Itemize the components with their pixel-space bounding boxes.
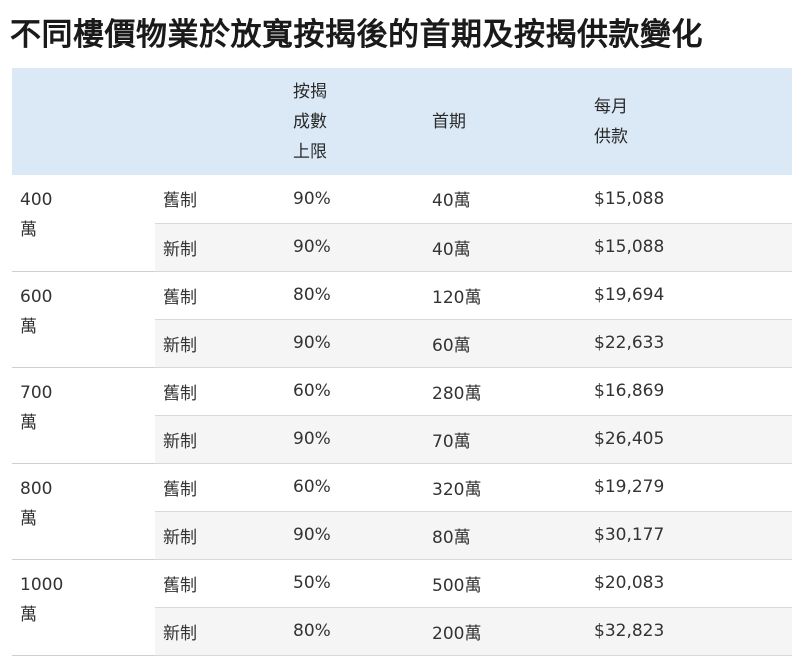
monthly-payment-cell: $19,279 [586, 463, 792, 512]
header-monthly-line: 每月 [594, 96, 628, 117]
down-payment-cell: 120萬 [424, 271, 586, 320]
price-value: 400 [20, 190, 53, 210]
down-payment-cell: 80萬 [424, 511, 586, 560]
ltv-cell: 80% [285, 607, 424, 656]
table-row: 600 萬 舊制 80% 120萬 $19,694 [12, 271, 792, 368]
table-header: 按揭 成數 上限 首期 每月 供款 [12, 68, 792, 175]
ltv-cell: 90% [285, 223, 424, 272]
price-unit: 萬 [20, 316, 37, 337]
scheme-cell: 新制 [155, 607, 285, 656]
monthly-payment-cell: $26,405 [586, 415, 792, 464]
table-body: 400 萬 舊制 90% 40萬 $15,088 新制 90% 40萬 $15,… [12, 175, 792, 656]
scheme-cell: 新制 [155, 415, 285, 464]
price-value: 700 [20, 382, 53, 403]
price-value: 800 [20, 478, 53, 499]
scheme-cell: 舊制 [155, 367, 285, 416]
header-scheme [155, 68, 285, 175]
down-payment-cell: 40萬 [424, 223, 586, 272]
monthly-payment-cell: $32,823 [586, 607, 792, 656]
ltv-cell: 50% [285, 559, 424, 608]
monthly-payment-cell: $15,088 [586, 223, 792, 272]
table-row: 400 萬 舊制 90% 40萬 $15,088 [12, 175, 792, 272]
price-value: 1000 [20, 574, 64, 595]
table-row: 800 萬 舊制 60% 320萬 $19,279 [12, 463, 792, 560]
price-cell: 1000 萬 [12, 559, 155, 656]
price-cell: 700 萬 [12, 367, 155, 464]
price-value: 600 [20, 286, 53, 307]
price-unit: 萬 [20, 412, 37, 433]
header-ltv-line: 按揭 [293, 81, 327, 102]
header-ltv: 按揭 成數 上限 [285, 68, 424, 175]
ltv-cell: 60% [285, 367, 424, 416]
down-payment-cell: 200萬 [424, 607, 586, 656]
table-row: 1000 萬 舊制 50% 500萬 $20,083 [12, 559, 792, 656]
ltv-cell: 80% [285, 271, 424, 320]
header-monthly-line: 供款 [594, 126, 628, 147]
ltv-cell: 90% [285, 511, 424, 560]
price-cell: 600 萬 [12, 271, 155, 368]
down-payment-cell: 320萬 [424, 463, 586, 512]
down-payment-cell: 70萬 [424, 415, 586, 464]
down-payment-cell: 500萬 [424, 559, 586, 608]
price-unit: 萬 [20, 220, 37, 240]
ltv-cell: 60% [285, 463, 424, 512]
header-ltv-line: 上限 [293, 141, 327, 162]
mortgage-comparison-table: 按揭 成數 上限 首期 每月 供款 400 萬 舊制 90% 40萬 $15,0… [12, 68, 792, 656]
ltv-cell: 90% [285, 415, 424, 464]
header-ltv-line: 成數 [293, 111, 327, 132]
monthly-payment-cell: $22,633 [586, 319, 792, 368]
down-payment-cell: 280萬 [424, 367, 586, 416]
scheme-cell: 新制 [155, 319, 285, 368]
ltv-cell: 90% [285, 319, 424, 368]
header-price [12, 68, 155, 175]
header-down-payment: 首期 [432, 111, 466, 132]
scheme-cell: 新制 [155, 223, 285, 272]
header-row: 按揭 成數 上限 首期 每月 供款 [12, 68, 792, 175]
monthly-payment-cell: $16,869 [586, 367, 792, 416]
down-payment-cell: 40萬 [424, 175, 586, 224]
scheme-cell: 舊制 [155, 559, 285, 608]
page-title: 不同樓價物業於放寬按揭後的首期及按揭供款變化 [10, 17, 703, 53]
monthly-payment-cell: $15,088 [586, 175, 792, 224]
monthly-payment-cell: $30,177 [586, 511, 792, 560]
monthly-payment-cell: $19,694 [586, 271, 792, 320]
price-cell: 800 萬 [12, 463, 155, 560]
scheme-cell: 舊制 [155, 175, 285, 224]
price-cell: 400 萬 [12, 175, 155, 272]
down-payment-cell: 60萬 [424, 319, 586, 368]
price-unit: 萬 [20, 508, 37, 529]
header-monthly: 每月 供款 [586, 68, 792, 175]
price-unit: 萬 [20, 604, 37, 625]
scheme-cell: 舊制 [155, 271, 285, 320]
table-row: 700 萬 舊制 60% 280萬 $16,869 [12, 367, 792, 464]
monthly-payment-cell: $20,083 [586, 559, 792, 608]
ltv-cell: 90% [285, 175, 424, 224]
scheme-cell: 新制 [155, 511, 285, 560]
scheme-cell: 舊制 [155, 463, 285, 512]
